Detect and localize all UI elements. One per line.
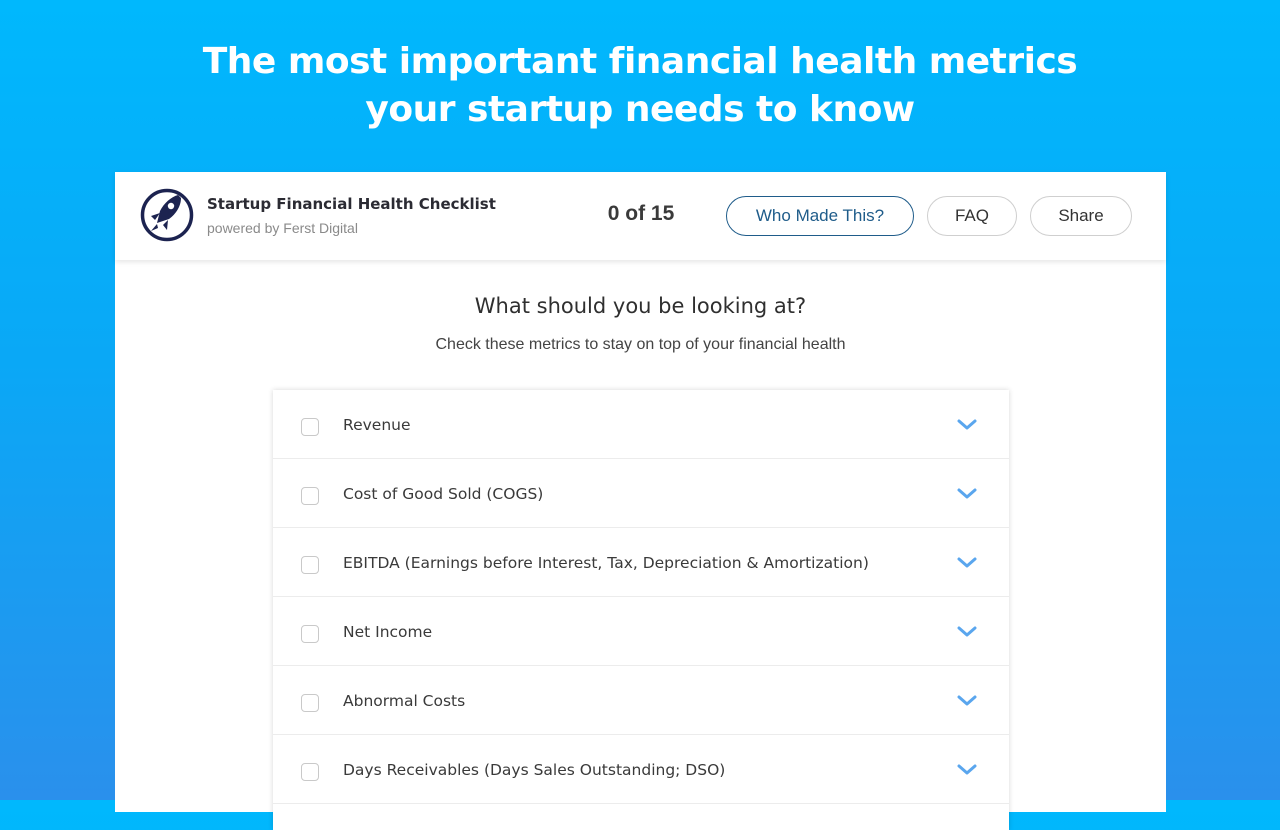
section-subtitle: Check these metrics to stay on top of yo… <box>435 336 846 353</box>
rocket-icon[interactable] <box>140 188 194 242</box>
share-button[interactable]: Share <box>1030 196 1132 236</box>
item-label: Abnormal Costs <box>343 692 466 710</box>
item-label: Revenue <box>343 416 411 434</box>
app-title: Startup Financial Health Checklist <box>207 195 496 213</box>
who-made-this-button[interactable]: Who Made This? <box>726 196 914 236</box>
hero-line-1: The most important financial health metr… <box>202 41 1078 82</box>
chevron-down-icon[interactable] <box>956 763 978 777</box>
chevron-down-icon[interactable] <box>956 487 978 501</box>
section-title: What should you be looking at? <box>474 294 807 318</box>
item-label: Days Receivables (Days Sales Outstanding… <box>343 761 726 779</box>
faq-button[interactable]: FAQ <box>927 196 1017 236</box>
checklist-app-card: Startup Financial Health Checklist power… <box>115 172 1166 830</box>
chevron-down-icon[interactable] <box>956 418 978 432</box>
checklist-item-cogs[interactable]: Cost of Good Sold (COGS) <box>273 459 1009 528</box>
chevron-down-icon[interactable] <box>956 556 978 570</box>
item-checkbox[interactable] <box>301 487 319 505</box>
hero-line-2: your startup needs to know <box>365 89 915 130</box>
chevron-down-icon[interactable] <box>956 625 978 639</box>
item-checkbox[interactable] <box>301 625 319 643</box>
checklist-item-revenue[interactable]: Revenue <box>273 390 1009 459</box>
checklist-item-ebitda[interactable]: EBITDA (Earnings before Interest, Tax, D… <box>273 528 1009 597</box>
item-label: EBITDA (Earnings before Interest, Tax, D… <box>343 554 869 572</box>
item-checkbox[interactable] <box>301 418 319 436</box>
progress-counter: 0 of 15 <box>607 202 675 225</box>
metrics-checklist: Revenue Cost of Good Sold (COGS) EBITDA … <box>273 390 1009 830</box>
checklist-item-net-income[interactable]: Net Income <box>273 597 1009 666</box>
app-header: Startup Financial Health Checklist power… <box>115 172 1166 260</box>
hero-headline: The most important financial health metr… <box>0 38 1280 134</box>
item-checkbox[interactable] <box>301 556 319 574</box>
chevron-down-icon[interactable] <box>956 694 978 708</box>
item-checkbox[interactable] <box>301 694 319 712</box>
item-label: Net Income <box>343 623 433 641</box>
checklist-item-days-receivables[interactable]: Days Receivables (Days Sales Outstanding… <box>273 735 1009 804</box>
app-subtitle: powered by Ferst Digital <box>207 220 358 236</box>
item-label: Cost of Good Sold (COGS) <box>343 485 544 503</box>
item-checkbox[interactable] <box>301 763 319 781</box>
checklist-item-abnormal-costs[interactable]: Abnormal Costs <box>273 666 1009 735</box>
